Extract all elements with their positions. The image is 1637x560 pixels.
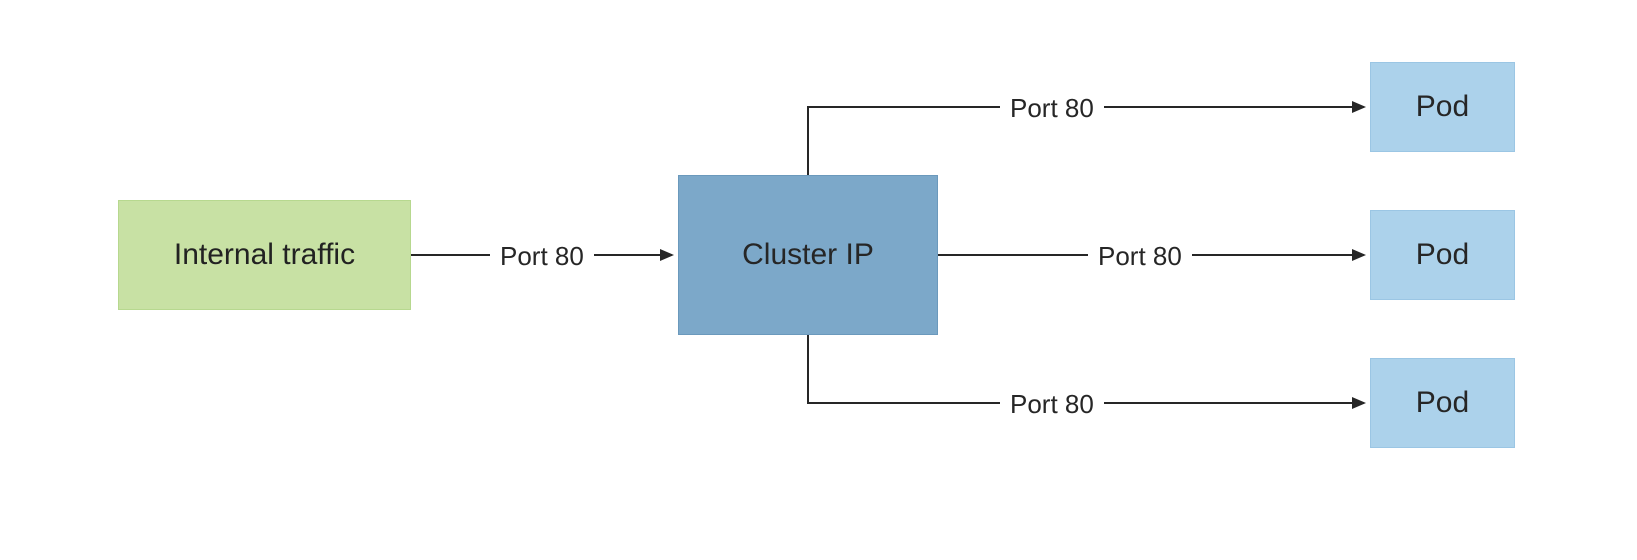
service-label: Cluster IP <box>742 238 874 272</box>
edge-out-2-label: Port 80 <box>1088 239 1192 274</box>
edge-in-label: Port 80 <box>490 239 594 274</box>
pod-label-3: Pod <box>1416 386 1469 420</box>
pod-node-1: Pod <box>1370 62 1515 152</box>
diagram-canvas: Internal traffic Cluster IP Pod Pod Pod … <box>0 0 1637 560</box>
source-label: Internal traffic <box>174 238 355 272</box>
pod-label-1: Pod <box>1416 90 1469 124</box>
edge-out-1-label: Port 80 <box>1000 91 1104 126</box>
pod-label-2: Pod <box>1416 238 1469 272</box>
pod-node-2: Pod <box>1370 210 1515 300</box>
edge-out-3-label: Port 80 <box>1000 387 1104 422</box>
service-node: Cluster IP <box>678 175 938 335</box>
pod-node-3: Pod <box>1370 358 1515 448</box>
source-node: Internal traffic <box>118 200 411 310</box>
